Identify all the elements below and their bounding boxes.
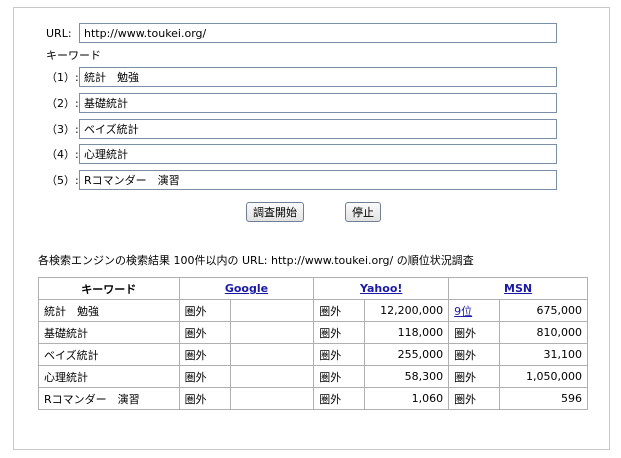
- table-header-row: キーワード Google Yahoo! MSN: [38, 277, 588, 300]
- keyword-cell: Rコマンダー 演習: [38, 387, 180, 410]
- google-count-cell: [229, 299, 315, 322]
- yahoo-rank-cell: 圏外: [313, 365, 366, 388]
- msn-rank-cell: 圏外: [448, 387, 501, 410]
- google-count-cell: [229, 387, 315, 410]
- msn-rank-cell: 9位: [448, 299, 501, 322]
- google-link[interactable]: Google: [225, 282, 268, 295]
- table-row: 心理統計 圏外 圏外 58,300 圏外 1,050,000: [38, 365, 588, 388]
- msn-count-cell: 1,050,000: [499, 365, 588, 388]
- url-label: URL:: [46, 26, 72, 40]
- msn-column-header: MSN: [448, 277, 588, 300]
- button-bar: 調査開始 停止: [0, 202, 621, 222]
- keyword-row-5: （5）:: [46, 170, 79, 190]
- keyword-label-4: （4）:: [46, 148, 79, 161]
- yahoo-rank-cell: 圏外: [313, 321, 366, 344]
- yahoo-count-cell: 255,000: [364, 343, 450, 366]
- table-row: ベイズ統計 圏外 圏外 255,000 圏外 31,100: [38, 343, 588, 366]
- keyword-heading: キーワード: [46, 49, 101, 62]
- start-survey-button[interactable]: 調査開始: [246, 202, 304, 222]
- google-rank-cell: 圏外: [178, 321, 231, 344]
- keyword-row-2: （2）:: [46, 93, 79, 113]
- yahoo-count-cell: 12,200,000: [364, 299, 450, 322]
- msn-rank-link[interactable]: 9位: [454, 305, 472, 318]
- results-table: キーワード Google Yahoo! MSN 統計 勉強 圏外 圏外 12,2…: [38, 277, 588, 410]
- yahoo-link[interactable]: Yahoo!: [360, 282, 402, 295]
- keyword-input-3[interactable]: [79, 119, 557, 139]
- google-rank-cell: 圏外: [178, 387, 231, 410]
- keyword-input-5[interactable]: [79, 170, 557, 190]
- google-rank-cell: 圏外: [178, 299, 231, 322]
- msn-link[interactable]: MSN: [504, 282, 532, 295]
- msn-count-cell: 31,100: [499, 343, 588, 366]
- url-row: URL:: [46, 23, 79, 43]
- keyword-label-3: （3）:: [46, 123, 79, 136]
- msn-rank-cell: 圏外: [448, 321, 501, 344]
- url-input[interactable]: [79, 23, 557, 43]
- keyword-cell: ベイズ統計: [38, 343, 180, 366]
- google-count-cell: [229, 343, 315, 366]
- keyword-label-5: （5）:: [46, 174, 79, 187]
- table-row: 基礎統計 圏外 圏外 118,000 圏外 810,000: [38, 321, 588, 344]
- stop-button[interactable]: 停止: [345, 202, 381, 222]
- google-rank-cell: 圏外: [178, 365, 231, 388]
- google-rank-cell: 圏外: [178, 343, 231, 366]
- keyword-input-1[interactable]: [79, 67, 557, 87]
- results-caption: 各検索エンジンの検索結果 100件以内の URL: http://www.tou…: [38, 254, 474, 267]
- yahoo-rank-cell: 圏外: [313, 387, 366, 410]
- msn-rank-cell: 圏外: [448, 343, 501, 366]
- keyword-input-2[interactable]: [79, 93, 557, 113]
- yahoo-rank-cell: 圏外: [313, 343, 366, 366]
- google-count-cell: [229, 321, 315, 344]
- msn-count-cell: 596: [499, 387, 588, 410]
- google-count-cell: [229, 365, 315, 388]
- keyword-row-1: （1）:: [46, 67, 79, 87]
- keyword-label-2: （2）:: [46, 97, 79, 110]
- keyword-cell: 心理統計: [38, 365, 180, 388]
- table-row: Rコマンダー 演習 圏外 圏外 1,060 圏外 596: [38, 387, 588, 410]
- msn-count-cell: 675,000: [499, 299, 588, 322]
- msn-rank-cell: 圏外: [448, 365, 501, 388]
- yahoo-rank-cell: 圏外: [313, 299, 366, 322]
- keyword-input-4[interactable]: [79, 144, 557, 164]
- yahoo-count-cell: 118,000: [364, 321, 450, 344]
- yahoo-count-cell: 1,060: [364, 387, 450, 410]
- keyword-cell: 統計 勉強: [38, 299, 180, 322]
- google-column-header: Google: [178, 277, 315, 300]
- yahoo-count-cell: 58,300: [364, 365, 450, 388]
- keyword-label-1: （1）:: [46, 71, 79, 84]
- keyword-cell: 基礎統計: [38, 321, 180, 344]
- table-row: 統計 勉強 圏外 圏外 12,200,000 9位 675,000: [38, 299, 588, 322]
- keyword-row-3: （3）:: [46, 119, 79, 139]
- keyword-row-4: （4）:: [46, 144, 79, 164]
- msn-count-cell: 810,000: [499, 321, 588, 344]
- yahoo-column-header: Yahoo!: [313, 277, 450, 300]
- keyword-column-header: キーワード: [38, 277, 180, 300]
